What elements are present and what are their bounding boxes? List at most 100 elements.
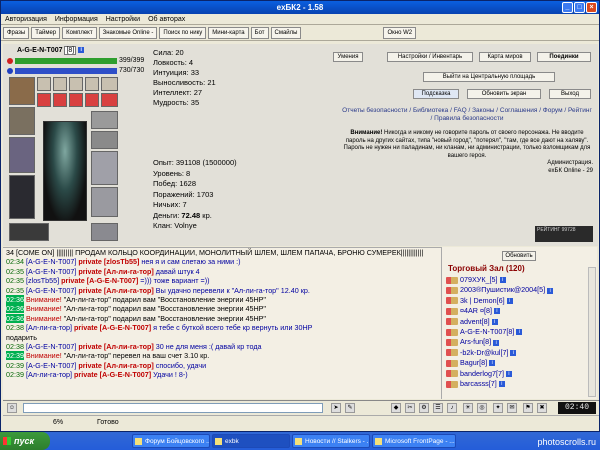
chat-nick[interactable]: [A-G-E-N-T007]: [26, 342, 76, 351]
info-icon[interactable]: i: [516, 329, 523, 336]
smileys-button[interactable]: Смайлы: [270, 26, 302, 39]
task-frontpage[interactable]: Microsoft FrontPage - ...: [372, 434, 456, 448]
menu-auth[interactable]: Авторизация: [1, 14, 51, 24]
chat-private-tag[interactable]: private [Ал-ли-га-тор]: [76, 267, 154, 276]
info-icon[interactable]: i: [505, 370, 512, 377]
search-nick-button[interactable]: Поиск по нику: [159, 26, 207, 39]
amulet-slot[interactable]: [37, 77, 51, 91]
potion-slot-1[interactable]: [37, 93, 51, 107]
potion-slot-4[interactable]: [85, 93, 99, 107]
user-name[interactable]: ¤4AR ¤[8]: [460, 306, 492, 316]
menu-settings[interactable]: Настройки: [102, 14, 144, 24]
settings-inventory-button[interactable]: Настройки / Инвентарь: [387, 52, 473, 62]
tool-icon-6[interactable]: ◎: [477, 403, 487, 413]
bracer-slot[interactable]: [91, 111, 118, 129]
send-icon[interactable]: ➤: [331, 403, 341, 413]
chat-log[interactable]: 34 [COME ON] ||||||||| ПРОДАМ КОЛЬЦО КОО…: [3, 247, 441, 399]
user-name[interactable]: -b2k-Dr@kul[7]: [460, 348, 508, 358]
user-list-item[interactable]: A-G-E-N-T007[8] i: [446, 327, 586, 337]
armor-slot[interactable]: [9, 175, 35, 219]
chat-nick[interactable]: [A-G-E-N-T007]: [26, 286, 76, 295]
shield-slot[interactable]: [91, 151, 118, 185]
ring-slot-1[interactable]: [53, 77, 67, 91]
info-icon[interactable]: i: [510, 349, 517, 356]
minimize-button[interactable]: _: [562, 2, 573, 13]
hint-button[interactable]: Подсказка: [413, 89, 459, 99]
menu-about[interactable]: Об авторах: [144, 14, 189, 24]
chat-nick[interactable]: [A-G-E-N-T007]: [26, 257, 76, 266]
info-icon[interactable]: i: [506, 297, 513, 304]
tool-icon-2[interactable]: ⚙: [419, 403, 429, 413]
character-name[interactable]: A-G-E-N-T007: [17, 47, 63, 54]
chat-private-tag[interactable]: private [A-G-E-N-T007]: [72, 323, 151, 332]
boots-slot[interactable]: [91, 187, 118, 217]
timer-button[interactable]: Таймер: [31, 26, 61, 39]
info-icon[interactable]: i: [498, 381, 505, 388]
user-name[interactable]: Ars-fun[8]: [460, 337, 491, 347]
user-list-item[interactable]: -b2k-Dr@kul[7] i: [446, 348, 586, 358]
start-button[interactable]: пуск: [0, 432, 50, 450]
tool-icon-10[interactable]: ✖: [537, 403, 547, 413]
smiley-icon[interactable]: ☺: [7, 403, 17, 413]
character-avatar[interactable]: [43, 121, 87, 221]
menu-info[interactable]: Информация: [51, 14, 102, 24]
tool-icon-5[interactable]: ☀: [463, 403, 473, 413]
tool-icon-1[interactable]: ✂: [405, 403, 415, 413]
info-icon[interactable]: i: [489, 360, 496, 367]
info-icon[interactable]: i: [547, 287, 554, 294]
refresh-button[interactable]: Обновить: [502, 251, 536, 261]
chat-private-tag[interactable]: private [Ал-ли-га-тор]: [76, 342, 154, 351]
tool-icon-4[interactable]: ♪: [447, 403, 457, 413]
maximize-button[interactable]: □: [574, 2, 585, 13]
close-button[interactable]: ×: [586, 2, 597, 13]
user-list-item[interactable]: 3k | Demon[6] i: [446, 296, 586, 306]
ring-slot-2[interactable]: [69, 77, 83, 91]
belt-slot[interactable]: [9, 223, 49, 241]
chat-nick[interactable]: [Ал-ли-га-тор]: [26, 323, 72, 332]
bot-button[interactable]: Бот: [250, 26, 269, 39]
extra-slot[interactable]: [91, 223, 118, 241]
user-list-item[interactable]: barcasss[7] i: [446, 379, 586, 389]
tool-icon-9[interactable]: ⚑: [523, 403, 533, 413]
user-list-item[interactable]: Bagur[8] i: [446, 358, 586, 368]
info-icon[interactable]: i: [493, 339, 500, 346]
info-icon[interactable]: i: [491, 318, 498, 325]
rating-counter[interactable]: РЕЙТИНГ 99728: [535, 226, 593, 242]
user-name[interactable]: 3k | Demon[6]: [460, 296, 505, 306]
user-list-scrollbar[interactable]: [588, 267, 596, 397]
chat-nick[interactable]: [A-G-E-N-T007]: [26, 361, 76, 370]
task-forum[interactable]: Форум Бойцовского ...: [132, 434, 210, 448]
info-icon[interactable]: i: [499, 277, 506, 284]
clear-icon[interactable]: ✎: [345, 403, 355, 413]
links-row[interactable]: Отчеты безопасности / Библиотека / FAQ /…: [341, 107, 593, 123]
ring-slot-3[interactable]: [85, 77, 99, 91]
tool-icon-7[interactable]: ✦: [493, 403, 503, 413]
chat-private-tag[interactable]: private [zlosTb55]: [76, 257, 139, 266]
user-name[interactable]: 2003®Пушистик@2004[5]: [460, 285, 545, 295]
task-exbk[interactable]: exbk: [212, 434, 290, 448]
user-list-item[interactable]: banderlog7[7] i: [446, 369, 586, 379]
user-list-item[interactable]: 079ХУК_[5] i: [446, 275, 586, 285]
chat-private-tag[interactable]: private [Ал-ли-га-тор]: [76, 286, 154, 295]
user-name[interactable]: Bagur[8]: [460, 358, 487, 368]
kit-button[interactable]: Комплект: [62, 26, 97, 39]
user-list-item[interactable]: Ars-fun[8] i: [446, 337, 586, 347]
chat-nick[interactable]: [A-G-E-N-T007]: [26, 267, 76, 276]
chat-private-tag[interactable]: private [A-G-E-N-T007]: [59, 276, 138, 285]
potion-slot-3[interactable]: [69, 93, 83, 107]
user-name[interactable]: barcasss[7]: [460, 379, 497, 389]
user-list-item[interactable]: 2003®Пушистик@2004[5] i: [446, 285, 586, 295]
chat-private-tag[interactable]: private [A-G-E-N-T007]: [72, 370, 151, 379]
chat-nick[interactable]: [Ал-ли-га-тор]: [26, 370, 72, 379]
friends-online-button[interactable]: Знакомые Online -: [98, 26, 158, 39]
user-name[interactable]: A-G-E-N-T007[8]: [460, 327, 514, 337]
info-icon[interactable]: i: [493, 308, 500, 315]
exit-button[interactable]: Выход: [549, 89, 591, 99]
duels-button[interactable]: Поединки: [537, 52, 591, 62]
earring-slot[interactable]: [101, 77, 118, 91]
helmet-slot[interactable]: [9, 77, 35, 105]
potion-slot-2[interactable]: [53, 93, 67, 107]
user-name[interactable]: advent[8]: [460, 317, 490, 327]
refresh-screen-button[interactable]: Обновить экран: [467, 89, 541, 99]
info-icon[interactable]: i: [78, 47, 85, 54]
